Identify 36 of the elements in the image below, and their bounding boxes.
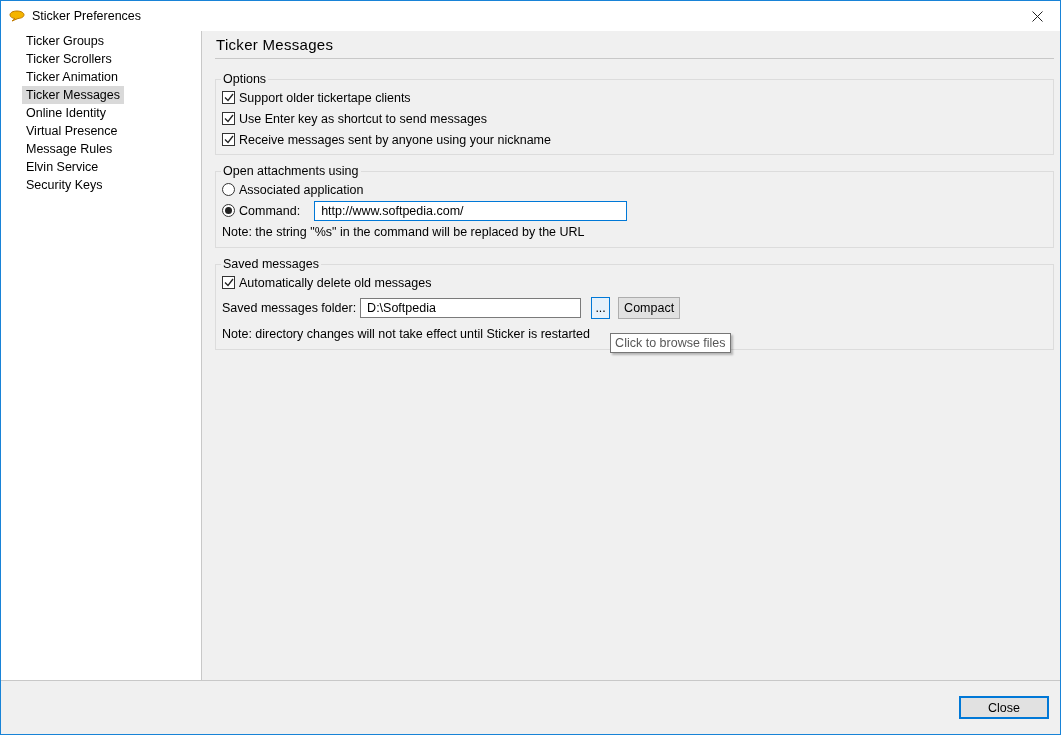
sidebar-item[interactable]: Virtual Presence [22, 122, 122, 140]
checkbox[interactable] [222, 91, 235, 104]
command-field[interactable]: http://www.softpedia.com/ [314, 200, 628, 221]
browse-button[interactable]: ... [591, 297, 611, 319]
window-title: Sticker Preferences [32, 9, 143, 23]
checkbox-label: Automatically delete old messages [239, 275, 432, 290]
checkbox[interactable] [222, 112, 235, 125]
tooltip: Click to browse files [610, 333, 731, 353]
group-title: Open attachments using [222, 163, 360, 179]
group-title: Saved messages [222, 256, 320, 272]
radio-button[interactable] [222, 183, 235, 196]
checkbox-label: Receive messages sent by anyone using your nickname [239, 132, 551, 147]
sidebar-item[interactable]: Ticker Animation [22, 68, 122, 86]
close-button[interactable]: Close [959, 696, 1049, 719]
sidebar-item[interactable]: Ticker Groups [22, 32, 109, 50]
group-title: Options [222, 71, 268, 87]
sidebar-item[interactable]: Security Keys [22, 176, 107, 194]
sidebar-item[interactable]: Elvin Service [22, 158, 103, 176]
checkbox[interactable] [222, 133, 235, 146]
sidebar-item[interactable]: Message Rules [22, 140, 117, 158]
checkbox[interactable] [222, 276, 235, 289]
checkbox-label: Use Enter key as shortcut to send messages [239, 111, 488, 126]
folder-field[interactable]: D:\Softpedia [360, 298, 582, 318]
radio-label: Command: [239, 203, 301, 218]
note-text: Note: the string "%s" in the command will be replaced by the URL [222, 225, 585, 239]
field-label: Saved messages folder: [222, 301, 357, 315]
note-text: Note: directory changes will not take effect until Sticker is restarted [222, 327, 590, 341]
speech-bubble-icon [9, 10, 25, 22]
panel-title: Ticker Messages [215, 31, 1054, 59]
radio-label: Associated application [239, 182, 364, 197]
sidebar-item[interactable]: Online Identity [22, 104, 110, 122]
radio-button[interactable] [222, 204, 235, 217]
sidebar-item[interactable]: Ticker Messages [22, 86, 124, 104]
sidebar-item[interactable]: Ticker Scrollers [22, 50, 116, 68]
compact-button[interactable]: Compact [618, 297, 681, 319]
checkbox-label: Support older tickertape clients [239, 90, 411, 105]
